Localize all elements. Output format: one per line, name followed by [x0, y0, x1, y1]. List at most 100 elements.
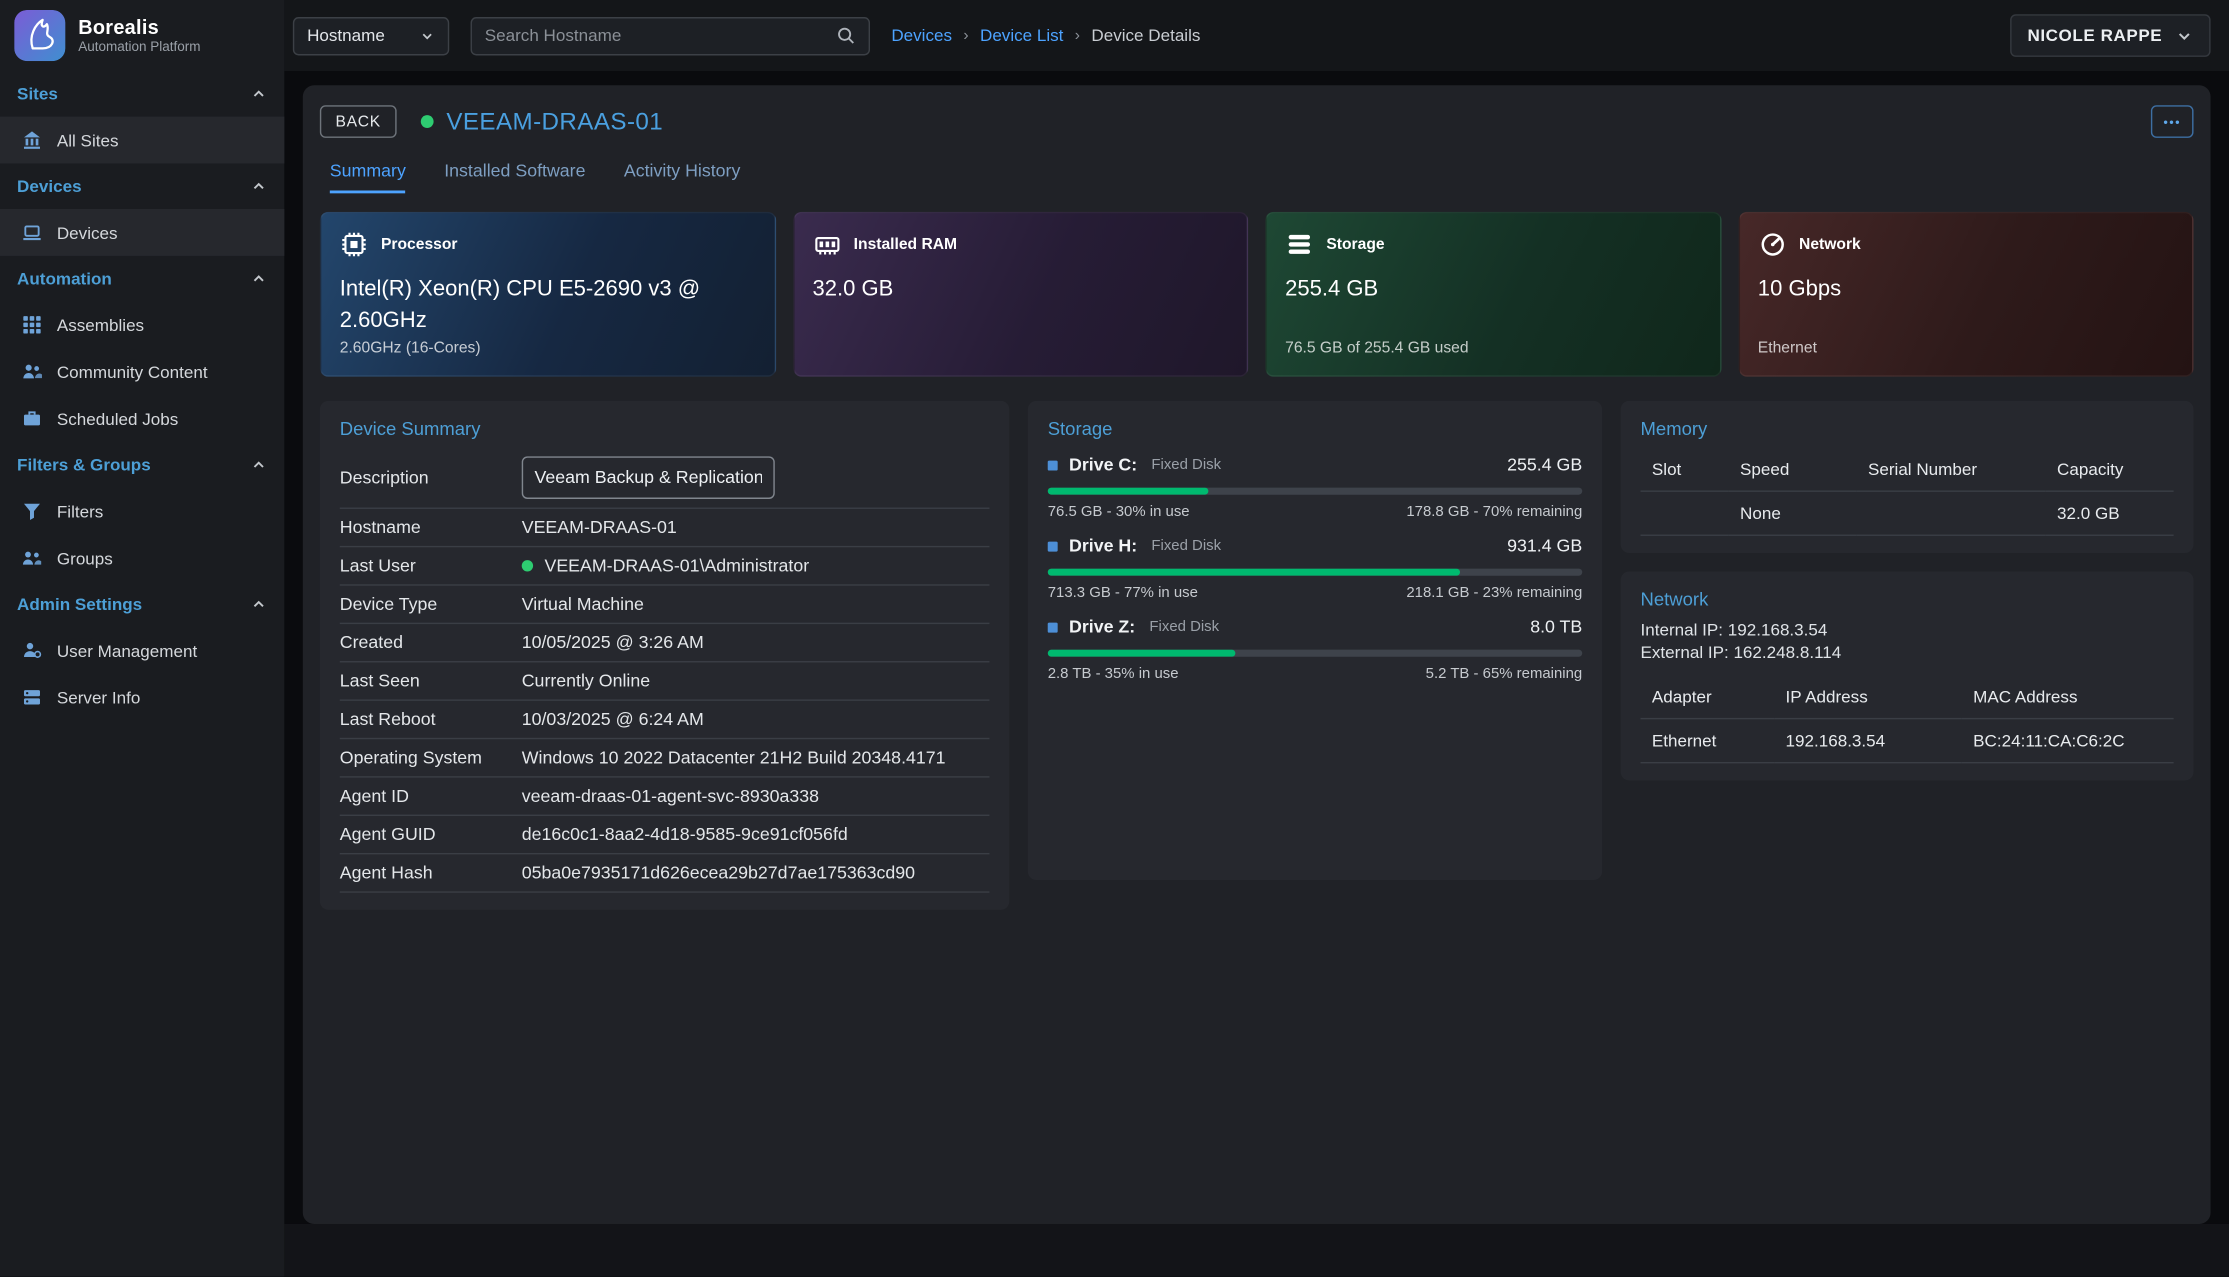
sidebar-item-groups[interactable]: Groups: [0, 535, 284, 582]
drive-row-c: Drive C: Fixed Disk 255.4 GB 76.5 GB - 3…: [1048, 455, 1583, 520]
sidebar-header-sites[interactable]: Sites: [0, 71, 284, 116]
network-cell-adapter: Ethernet: [1641, 719, 1775, 763]
memory-col-serial: Serial Number: [1857, 448, 2046, 492]
brand: Borealis Automation Platform: [0, 0, 284, 71]
sidebar-item-all-sites[interactable]: All Sites: [0, 117, 284, 164]
sidebar-item-filters[interactable]: Filters: [0, 488, 284, 535]
sidebar-section-automation: Automation Assemblies Community Content …: [0, 256, 284, 442]
memory-col-slot: Slot: [1641, 448, 1729, 492]
sidebar-item-label: All Sites: [57, 130, 119, 150]
drive-remaining-label: 178.8 GB - 70% remaining: [1406, 503, 1582, 520]
summary-label: Operating System: [340, 748, 522, 768]
network-panel: Network Internal IP: 192.168.3.54 Extern…: [1621, 571, 2194, 780]
drive-type: Fixed Disk: [1151, 537, 1221, 554]
breadcrumb-devices[interactable]: Devices: [891, 26, 952, 46]
drive-usage-fill: [1048, 650, 1235, 657]
sidebar-header-automation[interactable]: Automation: [0, 256, 284, 301]
network-cell-ip: 192.168.3.54: [1774, 719, 1962, 763]
network-icon: [1758, 230, 1786, 258]
sidebar-item-devices[interactable]: Devices: [0, 209, 284, 256]
drive-used-label: 713.3 GB - 77% in use: [1048, 584, 1198, 601]
user-menu-label: NICOLE RAPPE: [2027, 26, 2162, 46]
breadcrumb-device-list[interactable]: Device List: [980, 26, 1063, 46]
user-menu-button[interactable]: NICOLE RAPPE: [2010, 14, 2210, 57]
sidebar-item-user-management[interactable]: User Management: [0, 627, 284, 674]
community-content-icon: [20, 361, 43, 382]
memory-col-speed: Speed: [1729, 448, 1857, 492]
sidebar-item-label: Assemblies: [57, 315, 144, 335]
hostname-filter-select[interactable]: Hostname: [293, 16, 449, 54]
processor-card: Processor Intel(R) Xeon(R) CPU E5-2690 v…: [320, 212, 776, 377]
chevron-up-icon: [250, 456, 267, 473]
tab-summary[interactable]: Summary: [330, 161, 406, 194]
sidebar-header-devices[interactable]: Devices: [0, 163, 284, 208]
summary-label: Device Type: [340, 594, 522, 614]
chevron-up-icon: [250, 178, 267, 195]
drive-icon: [1048, 622, 1058, 632]
sidebar-item-community-content[interactable]: Community Content: [0, 348, 284, 395]
drive-used-label: 2.8 TB - 35% in use: [1048, 665, 1179, 682]
sidebar-header-label: Admin Settings: [17, 594, 142, 614]
groups-icon: [20, 547, 43, 568]
chevron-down-icon: [2175, 26, 2193, 44]
summary-value: veeam-draas-01-agent-svc-8930a338: [522, 786, 990, 806]
summary-value: 10/05/2025 @ 3:26 AM: [522, 633, 990, 653]
drive-type: Fixed Disk: [1151, 456, 1221, 473]
summary-label: Created: [340, 633, 522, 653]
right-column: Memory Slot Speed Serial Number Capacity…: [1621, 401, 2194, 781]
drive-usage-fill: [1048, 569, 1460, 576]
sidebar-item-assemblies[interactable]: Assemblies: [0, 301, 284, 348]
memory-cell-speed: None: [1729, 492, 1857, 536]
summary-row-description: Description: [340, 448, 990, 509]
scheduled-jobs-icon: [20, 408, 43, 429]
sidebar-item-scheduled-jobs[interactable]: Scheduled Jobs: [0, 395, 284, 442]
breadcrumb-separator: ›: [1075, 27, 1080, 44]
search-icon[interactable]: [836, 26, 856, 46]
summary-value: de16c0c1-8aa2-4d18-9585-9ce91cf056fd: [522, 825, 990, 845]
app-root: Borealis Automation Platform Sites All S…: [0, 0, 2229, 1277]
drive-size: 255.4 GB: [1507, 455, 1582, 475]
detail-columns: Device Summary Description Hostname VEEA…: [320, 401, 2194, 910]
summary-row-agent-guid: Agent GUID de16c0c1-8aa2-4d18-9585-9ce91…: [340, 816, 990, 854]
device-summary-title: Device Summary: [340, 418, 990, 439]
memory-cell-slot: [1641, 492, 1729, 536]
installed-ram-card: Installed RAM 32.0 GB: [793, 212, 1249, 377]
stat-card-label: Processor: [381, 236, 457, 253]
device-header: BACK VEEAM-DRAAS-01 •••: [320, 105, 2194, 138]
summary-label: Hostname: [340, 517, 522, 537]
stat-card-value: 255.4 GB: [1285, 274, 1690, 305]
drive-type: Fixed Disk: [1149, 618, 1219, 635]
storage-card: Storage 255.4 GB 76.5 GB of 255.4 GB use…: [1265, 212, 1721, 377]
memory-panel: Memory Slot Speed Serial Number Capacity…: [1621, 401, 2194, 553]
sidebar-item-label: Groups: [57, 548, 113, 568]
stat-card-label: Installed RAM: [854, 236, 957, 253]
tab-installed-software[interactable]: Installed Software: [444, 161, 585, 194]
processor-icon: [340, 230, 368, 258]
memory-panel-title: Memory: [1641, 418, 2174, 439]
sidebar-item-server-info[interactable]: Server Info: [0, 674, 284, 721]
sidebar-header-admin-settings[interactable]: Admin Settings: [0, 581, 284, 626]
search-input[interactable]: [485, 26, 836, 46]
tab-activity-history[interactable]: Activity History: [624, 161, 741, 194]
description-input[interactable]: [522, 456, 775, 499]
chevron-up-icon: [250, 85, 267, 102]
stat-card-label: Storage: [1326, 236, 1384, 253]
brand-subtitle: Automation Platform: [78, 40, 200, 56]
summary-label: Agent Hash: [340, 863, 522, 883]
storage-panel-title: Storage: [1048, 418, 1583, 439]
drive-icon: [1048, 460, 1058, 470]
memory-cell-serial: [1857, 492, 2046, 536]
tab-bar: Summary Installed Software Activity Hist…: [330, 161, 2194, 194]
memory-cell-capacity: 32.0 GB: [2046, 492, 2174, 536]
stat-card-value: Intel(R) Xeon(R) CPU E5-2690 v3 @ 2.60GH…: [340, 274, 745, 336]
sidebar-header-filters-groups[interactable]: Filters & Groups: [0, 442, 284, 487]
drive-remaining-label: 5.2 TB - 65% remaining: [1426, 665, 1583, 682]
drive-name: Drive C:: [1069, 455, 1137, 475]
back-button[interactable]: BACK: [320, 105, 397, 138]
search-box: [471, 16, 870, 54]
more-menu-button[interactable]: •••: [2151, 105, 2194, 138]
stat-card-label: Network: [1799, 236, 1861, 253]
network-card: Network 10 Gbps Ethernet: [1738, 212, 2194, 377]
brand-name: Borealis: [78, 16, 200, 39]
sidebar-item-label: Devices: [57, 222, 118, 242]
